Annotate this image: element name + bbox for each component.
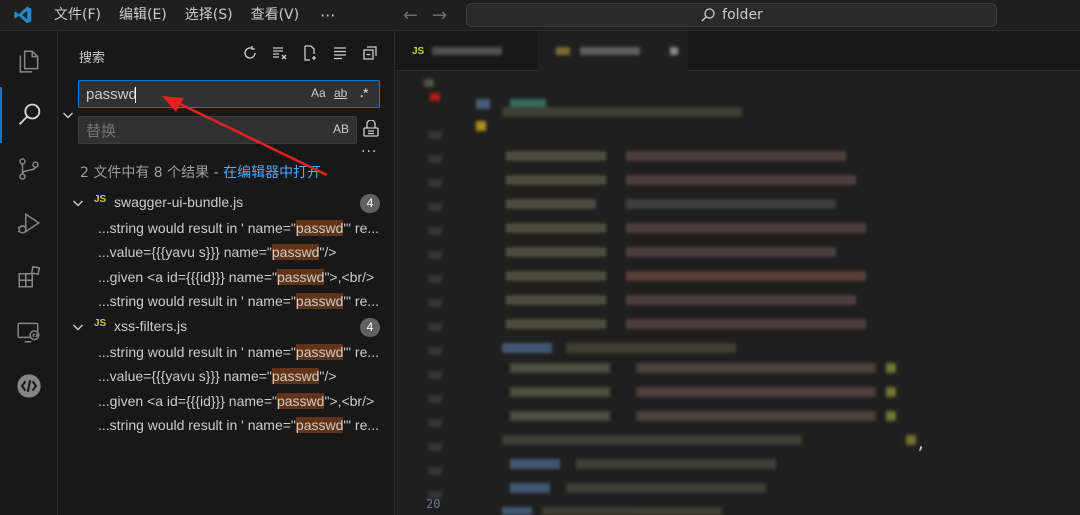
match-line[interactable]: ...string would result in ' name="passwd… [98, 413, 395, 437]
toggle-details-button[interactable]: ··· [361, 144, 377, 160]
activity-bar [0, 31, 58, 515]
visible-code-char: , [916, 434, 926, 453]
match-highlight: passwd [276, 393, 325, 409]
open-in-editor-link[interactable]: 在编辑器中打开 [223, 165, 321, 181]
match-prefix: ...given <a id={{{id}}} name=" [98, 269, 277, 285]
menu-bar: 文件(F) 编辑(E) 选择(S) 查看(V) ··· [45, 0, 347, 31]
collapse-all-icon[interactable] [361, 43, 379, 63]
match-prefix: ...string would result in ' name=" [98, 344, 296, 360]
command-center-label: folder [722, 7, 763, 23]
match-suffix: ">,<br/> [324, 393, 375, 409]
navigation-arrows: ← → [403, 0, 447, 31]
match-whole-word-toggle[interactable]: ab [334, 86, 347, 100]
replace-input[interactable] [86, 122, 286, 140]
result-file-row[interactable]: JS xss-filters.js 4 [58, 315, 395, 339]
search-sidebar: 搜索 Aa ab .* AB ··· 2 文件中有 8 个结果 [58, 31, 395, 515]
match-line[interactable]: ...given <a id={{{id}}} name="passwd">,<… [98, 265, 395, 289]
match-count-badge: 4 [360, 318, 380, 337]
match-highlight: passwd [271, 368, 320, 384]
match-suffix: "/> [319, 244, 337, 260]
match-prefix: ...given <a id={{{id}}} name=" [98, 393, 277, 409]
back-arrow-icon[interactable]: ← [403, 5, 418, 26]
match-suffix: "/> [319, 368, 337, 384]
vscode-logo-icon [0, 0, 45, 31]
match-prefix: ...value={{{yavu s}}} name=" [98, 368, 272, 384]
results-count-text: 2 文件中有 8 个结果 - [80, 165, 224, 181]
result-file-row[interactable]: JS swagger-ui-bundle.js 4 [58, 191, 395, 215]
menu-more-button[interactable]: ··· [308, 0, 347, 31]
source-control-icon[interactable] [0, 141, 58, 197]
command-center[interactable]: folder [466, 3, 997, 27]
api-icon[interactable] [0, 358, 58, 414]
match-line[interactable]: ...value={{{yavu s}}} name="passwd"/> [98, 364, 395, 388]
match-line[interactable]: ...string would result in ' name="passwd… [98, 340, 395, 364]
preserve-case-toggle[interactable]: AB [333, 122, 349, 136]
remote-explorer-icon[interactable] [0, 304, 58, 360]
js-file-icon: JS [412, 45, 425, 57]
search-field[interactable]: Aa ab .* [78, 80, 380, 108]
match-suffix: "' re... [343, 344, 380, 360]
results-summary: 2 文件中有 8 个结果 - 在编辑器中打开 [80, 162, 321, 182]
search-input[interactable] [86, 85, 286, 103]
result-file-name: xss-filters.js [114, 318, 188, 334]
explorer-icon[interactable] [0, 33, 58, 89]
chevron-down-icon [73, 200, 83, 207]
refresh-icon[interactable] [241, 43, 259, 63]
menu-edit[interactable]: 编辑(E) [110, 0, 176, 31]
run-debug-icon[interactable] [0, 196, 58, 252]
match-highlight: passwd [295, 293, 344, 309]
search-icon [701, 8, 715, 22]
match-highlight: passwd [295, 417, 344, 433]
text-caret [135, 87, 136, 103]
new-search-editor-icon[interactable] [301, 43, 319, 63]
match-highlight: passwd [271, 244, 320, 260]
match-line[interactable]: ...given <a id={{{id}}} name="passwd">,<… [98, 389, 395, 413]
match-prefix: ...string would result in ' name=" [98, 417, 296, 433]
editor-tabs: JS [396, 31, 1080, 71]
match-suffix: "' re... [343, 417, 380, 433]
editor-tab-active[interactable] [538, 31, 688, 71]
forward-arrow-icon[interactable]: → [432, 5, 447, 26]
editor-area: JS , 20 [396, 31, 1080, 515]
match-suffix: "' re... [343, 220, 380, 236]
match-count-badge: 4 [360, 194, 380, 213]
obscured-tab-title [432, 47, 503, 55]
extensions-icon[interactable] [0, 249, 58, 305]
menu-view[interactable]: 查看(V) [242, 0, 309, 31]
match-highlight: passwd [276, 269, 325, 285]
match-line[interactable]: ...string would result in ' name="passwd… [98, 216, 395, 240]
match-prefix: ...string would result in ' name=" [98, 220, 296, 236]
match-suffix: "' re... [343, 293, 380, 309]
replace-all-icon[interactable] [362, 119, 382, 140]
menu-selection[interactable]: 选择(S) [176, 0, 242, 31]
match-prefix: ...string would result in ' name=" [98, 293, 296, 309]
code-area[interactable]: , 20 [396, 71, 1080, 515]
chevron-down-icon [73, 324, 83, 331]
obscured-code-content [424, 79, 916, 515]
clear-results-icon[interactable] [271, 43, 289, 63]
editor-tab[interactable]: JS [396, 31, 536, 71]
search-view-icon[interactable] [0, 87, 58, 143]
match-highlight: passwd [295, 344, 344, 360]
match-highlight: passwd [295, 220, 344, 236]
replace-field[interactable]: AB [78, 116, 357, 144]
match-suffix: ">,<br/> [324, 269, 375, 285]
match-line[interactable]: ...string would result in ' name="passwd… [98, 289, 395, 313]
use-regex-toggle[interactable]: .* [360, 86, 368, 100]
match-prefix: ...value={{{yavu s}}} name=" [98, 244, 272, 260]
toggle-replace-chevron-icon[interactable] [62, 106, 74, 120]
view-as-list-icon[interactable] [331, 43, 349, 63]
menu-file[interactable]: 文件(F) [45, 0, 110, 31]
match-line[interactable]: ...value={{{yavu s}}} name="passwd"/> [98, 240, 395, 264]
title-bar: 文件(F) 编辑(E) 选择(S) 查看(V) ··· ← → folder [0, 0, 1080, 31]
sidebar-title: 搜索 [79, 51, 106, 66]
sidebar-actions [241, 43, 379, 63]
js-file-icon: JS [94, 194, 107, 205]
result-file-name: swagger-ui-bundle.js [114, 194, 244, 210]
js-file-icon: JS [94, 318, 107, 329]
line-number: 20 [426, 497, 441, 511]
obscured-tab-title [556, 47, 678, 55]
match-case-toggle[interactable]: Aa [311, 86, 326, 100]
